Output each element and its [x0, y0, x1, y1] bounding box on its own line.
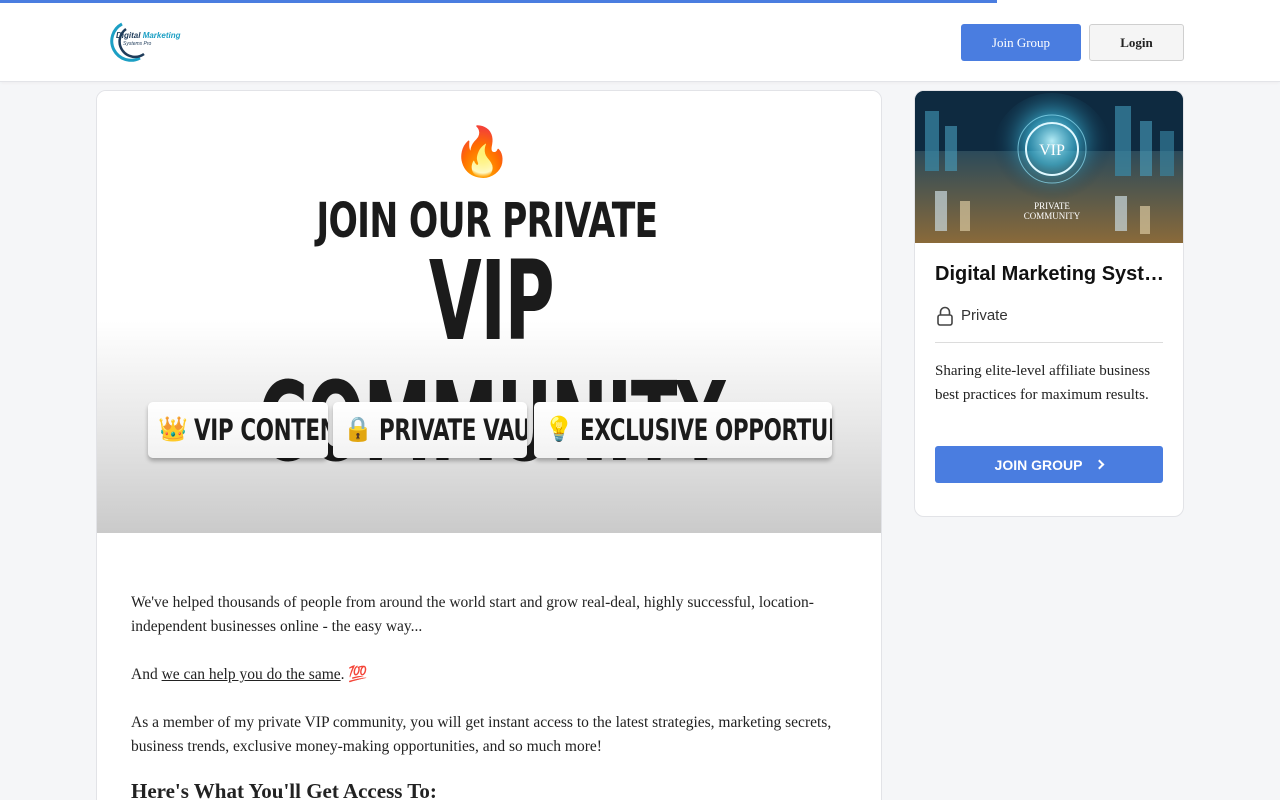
lock-icon [937, 306, 953, 326]
feature-pill-vip-content: 👑 VIP CONTENT [148, 402, 328, 458]
sidebar-join-group-button[interactable]: JOIN GROUP [935, 446, 1163, 483]
group-sidebar-card: VIP PRIVATE COMMUNITY Digital Marketing … [914, 90, 1184, 517]
top-navigation-bar: Digital Marketing Systems Pro Join Group… [0, 0, 1280, 82]
logo-subtitle: Systems Pro [123, 41, 152, 47]
feature-pill-exclusive-opportunities: 💡 EXCLUSIVE OPPORTUNITIES [534, 402, 832, 458]
group-description: We've helped thousands of people from ar… [131, 591, 851, 800]
feature-pill-private-vault: 🔒 PRIVATE VAULT [333, 402, 527, 458]
site-logo[interactable]: Digital Marketing Systems Pro [100, 20, 180, 66]
feature-pill-label: EXCLUSIVE OPPORTUNITIES [579, 413, 832, 447]
description-paragraph-3: As a member of my private VIP community,… [131, 714, 832, 755]
lightbulb-icon: 💡 [544, 417, 574, 443]
chevron-right-icon [1095, 459, 1105, 470]
group-about-card: 🔥 JOIN OUR PRIVATE VIP COMMUNITY 👑 VIP C… [96, 90, 882, 800]
group-tagline: Sharing elite-level affiliate business b… [935, 363, 1151, 403]
hero-banner: 🔥 JOIN OUR PRIVATE VIP COMMUNITY 👑 VIP C… [97, 91, 881, 533]
divider [935, 342, 1163, 343]
description-paragraph-1: We've helped thousands of people from ar… [131, 594, 814, 635]
vault-icon: 🔒 [343, 417, 373, 443]
cover-caption-line1: PRIVATE [1034, 201, 1070, 211]
description-paragraph-2: And we can help you do the same. 💯 [131, 666, 368, 683]
hundred-points-icon: 💯 [348, 666, 368, 683]
fire-icon: 🔥 [452, 126, 512, 179]
privacy-label: Private [961, 307, 1008, 324]
access-heading: Here's What You'll Get Access To: [131, 779, 437, 800]
cover-caption-line2: COMMUNITY [1024, 211, 1081, 221]
group-name: Digital Marketing Systems Pro [935, 263, 1167, 285]
feature-pill-label: PRIVATE VAULT [378, 413, 527, 447]
login-button[interactable]: Login [1089, 24, 1184, 61]
group-cover-image: VIP PRIVATE COMMUNITY [915, 91, 1183, 243]
feature-pill-label: VIP CONTENT [193, 413, 328, 447]
page-load-progress-bar [0, 0, 997, 3]
sidebar-join-label: JOIN GROUP [994, 456, 1083, 473]
cover-vip-text: VIP [1039, 142, 1065, 159]
crown-icon: 👑 [158, 417, 188, 443]
logo-title: Digital Marketing [116, 31, 181, 40]
join-group-button[interactable]: Join Group [961, 24, 1081, 61]
help-link[interactable]: we can help you do the same [162, 666, 341, 683]
